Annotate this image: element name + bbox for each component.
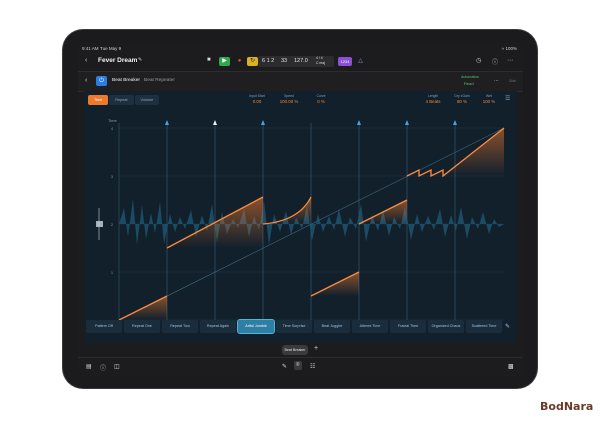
y-tick: 3 bbox=[111, 175, 113, 179]
y-tick: 4 bbox=[111, 127, 113, 131]
lcd-beat: 33 bbox=[281, 58, 288, 64]
param-label: Input Start bbox=[249, 94, 265, 98]
graph-time-label: Time bbox=[108, 118, 118, 123]
control-bar: ‹ Fever Dream ✎ ■ ▶ ● ↻ 6 1 2 33 127.0 4… bbox=[78, 53, 523, 71]
plugin-name: Beat Breaker bbox=[112, 78, 140, 83]
cycle-button[interactable]: ↻ bbox=[247, 57, 258, 66]
more-icon[interactable]: ⋯ bbox=[507, 57, 513, 64]
side-chain-label[interactable]: Side bbox=[509, 79, 516, 83]
help-icon[interactable]: ⓘ bbox=[492, 57, 498, 66]
project-title[interactable]: Fever Dream bbox=[98, 57, 137, 64]
plugin-preset[interactable]: Beat Repeater bbox=[144, 78, 175, 83]
preset-scattered-time[interactable]: Scattered Time bbox=[466, 320, 502, 333]
param-label: Speed bbox=[284, 94, 294, 98]
stop-button[interactable]: ■ bbox=[207, 57, 211, 63]
param-input-start[interactable]: Input Start 0.00 bbox=[242, 94, 272, 104]
param-label: Length bbox=[427, 94, 439, 98]
bottom-toolbar: ▤ ⓘ ◫ ✎ ⍟ ☷ ▩ bbox=[78, 357, 523, 376]
param-value: 80 % bbox=[456, 99, 467, 104]
metronome-icon[interactable]: △ bbox=[355, 57, 366, 66]
record-button[interactable]: ● bbox=[234, 57, 245, 66]
lcd-tempo: 127.0 bbox=[294, 58, 308, 64]
automation-mode[interactable]: Read bbox=[464, 81, 474, 86]
preset-artful-jumble[interactable]: Artful Jumble bbox=[237, 319, 275, 334]
param-label: Dry ±Gain bbox=[454, 94, 470, 98]
preset-fractal-time[interactable]: Fractal Time bbox=[390, 320, 426, 333]
mixer-icon[interactable]: ☷ bbox=[310, 363, 315, 370]
param-speed[interactable]: Speed 100.00 % bbox=[274, 94, 304, 104]
param-value: 100.00 % bbox=[279, 99, 299, 104]
lcd-display[interactable]: 6 1 2 33 127.0 4 / 4 C maj bbox=[258, 56, 334, 67]
plugin-header: ‹ ⏻ Beat Breaker Beat Repeater Automatio… bbox=[78, 71, 523, 92]
status-time: 9:41 AM bbox=[82, 46, 99, 51]
plugin-tab-beat-breaker[interactable]: Beat Breaker bbox=[282, 345, 308, 355]
preset-time-surprise[interactable]: Time Surprise bbox=[276, 320, 312, 333]
count-in-button[interactable]: 1234 bbox=[338, 57, 352, 66]
tab-time[interactable]: Time bbox=[88, 95, 109, 105]
plugin-tab-bar: Beat Breaker + bbox=[78, 343, 523, 357]
preset-pattern-off[interactable]: Pattern Off bbox=[86, 320, 122, 333]
edit-title-icon[interactable]: ✎ bbox=[138, 57, 142, 63]
power-button[interactable]: ⏻ bbox=[96, 76, 107, 86]
preset-organized-chaos[interactable]: Organized Chaos bbox=[428, 320, 464, 333]
info-icon[interactable]: ⓘ bbox=[100, 363, 106, 372]
play-button[interactable]: ▶ bbox=[219, 57, 230, 66]
param-curve[interactable]: Curve 0 % bbox=[306, 94, 336, 104]
y-tick: 2 bbox=[111, 223, 113, 227]
keyboard-icon[interactable]: ▩ bbox=[508, 363, 514, 370]
plugin-more-icon[interactable]: ⋯ bbox=[494, 78, 499, 84]
lcd-key: C maj bbox=[316, 61, 325, 65]
tab-repeat[interactable]: Repeat bbox=[109, 95, 134, 105]
param-label: Curve bbox=[316, 94, 326, 98]
status-bar: 9:41 AM Tue May 9 ≈ 100% bbox=[78, 43, 523, 53]
beat-breaker-panel: Time Repeat Volume Input Start 0.00 Spee… bbox=[84, 91, 517, 358]
wifi-icon: ≈ bbox=[501, 46, 505, 51]
y-tick: 1 bbox=[111, 271, 113, 275]
playhead-handle bbox=[96, 221, 103, 227]
watermark-logo: BodNara bbox=[540, 400, 594, 413]
lcd-signature: 4 / 4 bbox=[316, 56, 323, 60]
preset-repeat-two[interactable]: Repeat Two bbox=[162, 320, 198, 333]
plugin-back-icon[interactable]: ‹ bbox=[85, 77, 87, 84]
back-chevron-icon[interactable]: ‹ bbox=[85, 57, 87, 64]
param-value: 100 % bbox=[482, 99, 496, 104]
param-length[interactable]: Length 4 Beats bbox=[419, 94, 447, 104]
status-right: ≈ 100% bbox=[502, 46, 517, 51]
app-screen: 9:41 AM Tue May 9 ≈ 100% ‹ Fever Dream ✎… bbox=[78, 43, 523, 376]
preset-strip: Pattern Off Repeat One Repeat Two Repeat… bbox=[84, 319, 517, 334]
browser-icon[interactable]: ▤ bbox=[86, 363, 92, 370]
battery-level: 100% bbox=[505, 46, 517, 51]
pencil-icon[interactable]: ✎ bbox=[505, 323, 510, 330]
timer-icon[interactable]: ◷ bbox=[476, 57, 481, 64]
param-wet[interactable]: Wet 100 % bbox=[476, 94, 502, 104]
preset-repeat-one[interactable]: Repeat One bbox=[124, 320, 160, 333]
param-value: 4 Beats bbox=[425, 99, 441, 104]
automation-label: Automation bbox=[461, 75, 480, 79]
lcd-bars: 6 1 2 bbox=[262, 58, 275, 64]
add-plugin-icon[interactable]: + bbox=[314, 345, 318, 352]
mode-segmented-control: Time Repeat Volume bbox=[88, 95, 160, 105]
param-value: 0 % bbox=[317, 99, 325, 104]
list-menu-icon[interactable]: ☰ bbox=[505, 95, 510, 102]
tab-volume[interactable]: Volume bbox=[134, 95, 160, 105]
param-dry[interactable]: Dry ±Gain 80 % bbox=[448, 94, 476, 104]
plugins-view-icon[interactable]: ⍟ bbox=[294, 361, 302, 370]
preset-beat-juggler[interactable]: Beat Juggler bbox=[314, 320, 350, 333]
preset-repeat-again[interactable]: Repeat Again bbox=[200, 320, 236, 333]
time-graph[interactable]: Time 4 3 2 1 1 2 3 4 bbox=[84, 113, 517, 330]
preset-altered-time[interactable]: Altered Time bbox=[352, 320, 388, 333]
param-label: Wet bbox=[486, 94, 492, 98]
param-value: 0.00 bbox=[252, 99, 262, 104]
status-date: Tue May 9 bbox=[100, 46, 122, 51]
sidebar-icon[interactable]: ◫ bbox=[114, 363, 120, 370]
pencil-tool-icon[interactable]: ✎ bbox=[282, 363, 287, 370]
